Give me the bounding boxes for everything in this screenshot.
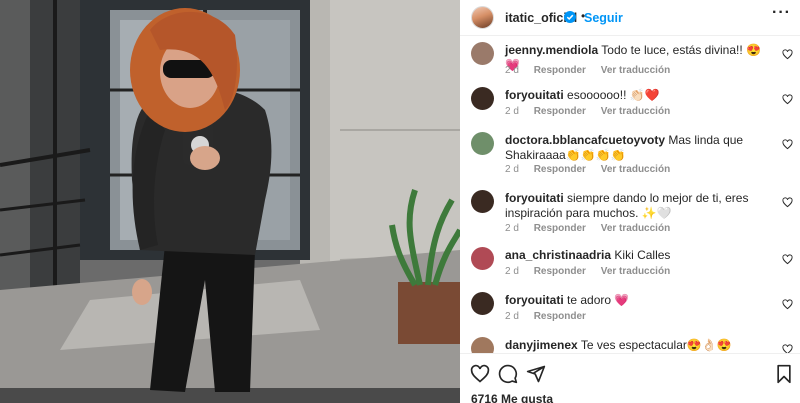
heart-icon[interactable]	[782, 49, 793, 60]
commenter-avatar[interactable]	[471, 247, 494, 270]
translate-button[interactable]: Ver traducción	[601, 106, 670, 117]
heart-icon[interactable]	[782, 299, 793, 310]
likes-count[interactable]: 6716 Me gusta	[471, 392, 553, 403]
comment-content: esoooooo!! 👏🏻❤️	[567, 88, 660, 102]
reply-button[interactable]: Responder	[534, 164, 586, 175]
commenter-avatar[interactable]	[471, 190, 494, 213]
heart-icon[interactable]	[782, 254, 793, 265]
commenter-avatar[interactable]	[471, 132, 494, 155]
comment-username[interactable]: foryouitati	[505, 88, 564, 102]
comment-text: foryouitati siempre dando lo mejor de ti…	[505, 191, 775, 221]
heart-icon[interactable]	[782, 94, 793, 105]
share-icon[interactable]	[526, 364, 546, 384]
heart-icon[interactable]	[782, 139, 793, 150]
comment-content: Kiki Calles	[614, 248, 671, 262]
more-options-icon[interactable]: ···	[772, 4, 791, 22]
commenter-avatar[interactable]	[471, 87, 494, 110]
comment-meta: 2 d Responder	[505, 311, 598, 322]
commenter-avatar[interactable]	[471, 337, 494, 353]
comment-text: foryouitati te adoro 💗	[505, 293, 775, 308]
comment-username[interactable]: ana_christinaadria	[505, 248, 611, 262]
comment-meta: 2 d Responder Ver traducción	[505, 65, 682, 76]
comments-list[interactable]: jeenny.mendiola Todo te luce, estás divi…	[460, 37, 800, 353]
comment-time: 2 d	[505, 266, 519, 277]
post-header: itatic_oficial • Seguir ···	[460, 0, 800, 36]
comment-meta: 2 d Responder Ver traducción	[505, 164, 682, 175]
bookmark-icon[interactable]	[774, 364, 794, 384]
heart-icon[interactable]	[782, 197, 793, 208]
reply-button[interactable]: Responder	[534, 311, 586, 322]
reply-button[interactable]: Responder	[534, 106, 586, 117]
comment-time: 2 d	[505, 164, 519, 175]
comment-time: 2 d	[505, 106, 519, 117]
comment-meta: 2 d Responder Ver traducción	[505, 266, 682, 277]
post-actions: 6716 Me gusta	[460, 353, 800, 403]
author-avatar[interactable]	[471, 6, 494, 29]
comment-meta: 2 d Responder Ver traducción	[505, 106, 682, 117]
reply-button[interactable]: Responder	[534, 223, 586, 234]
post-details-panel: itatic_oficial • Seguir ··· jeenny.mendi…	[460, 0, 800, 403]
comment-text: doctora.bblancafcuetoyvoty Mas linda que…	[505, 133, 775, 163]
comment-content: te adoro 💗	[567, 293, 630, 307]
comment-username[interactable]: danyjimenex	[505, 338, 578, 352]
reply-button[interactable]: Responder	[534, 266, 586, 277]
comment-meta: 2 d Responder Ver traducción	[505, 223, 682, 234]
post-photo[interactable]	[0, 0, 460, 403]
translate-button[interactable]: Ver traducción	[601, 65, 670, 76]
translate-button[interactable]: Ver traducción	[601, 164, 670, 175]
translate-button[interactable]: Ver traducción	[601, 223, 670, 234]
comment-username[interactable]: foryouitati	[505, 191, 564, 205]
comment-time: 2 d	[505, 223, 519, 234]
comment-text: ana_christinaadria Kiki Calles	[505, 248, 775, 263]
comment-icon[interactable]	[498, 364, 518, 384]
comment-username[interactable]: jeenny.mendiola	[505, 43, 598, 57]
commenter-avatar[interactable]	[471, 42, 494, 65]
comment-text: danyjimenex Te ves espectacular😍👌🏻😍	[505, 338, 775, 353]
reply-button[interactable]: Responder	[534, 65, 586, 76]
mirror-selfie-image	[0, 0, 460, 403]
commenter-avatar[interactable]	[471, 292, 494, 315]
comment-content: Te ves espectacular😍👌🏻😍	[580, 338, 732, 352]
comment-username[interactable]: foryouitati	[505, 293, 564, 307]
verified-badge-icon	[564, 11, 576, 23]
heart-icon[interactable]	[782, 344, 793, 353]
translate-button[interactable]: Ver traducción	[601, 266, 670, 277]
comment-time: 2 d	[505, 311, 519, 322]
heart-icon[interactable]	[470, 364, 490, 384]
follow-button[interactable]: Seguir	[584, 11, 623, 25]
comment-text: foryouitati esoooooo!! 👏🏻❤️	[505, 88, 775, 103]
comment-time: 2 d	[505, 65, 519, 76]
comment-username[interactable]: doctora.bblancafcuetoyvoty	[505, 133, 665, 147]
